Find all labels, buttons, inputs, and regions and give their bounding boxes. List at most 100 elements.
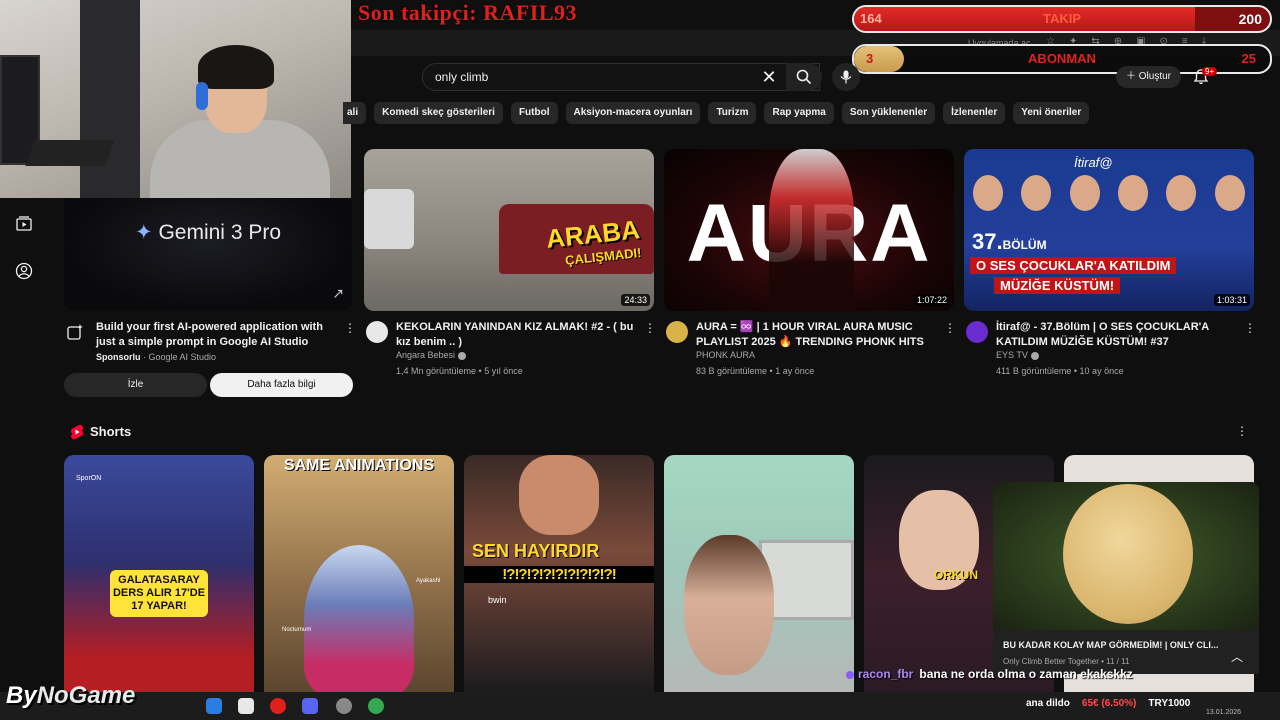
channel-logo-text: NoGame xyxy=(36,682,136,709)
chip-6[interactable]: Son yüklenenler xyxy=(841,102,936,124)
chip-1[interactable]: Komedi skeç gösterileri xyxy=(374,102,503,124)
mini-player-subtitle: Only Climb Better Together • 11 / 11 xyxy=(1003,657,1130,666)
ad-watch-button[interactable]: İzle xyxy=(64,373,207,397)
chat-message-text: bana ne orda olma o zaman ekakskkz xyxy=(919,667,1133,681)
clear-search-icon[interactable]: ✕ xyxy=(758,66,780,88)
gemini-star-icon: ✦ xyxy=(134,221,153,244)
short-tag: GALATASARAY DERS ALIR 17'DE 17 YAPAR! xyxy=(110,570,208,617)
ad-more-options-icon[interactable]: ⋮ xyxy=(344,321,356,335)
subscriber-goal-target: 25 xyxy=(1241,51,1256,66)
ticker-word: ana dildo xyxy=(1026,698,1070,709)
taskbar-date: 13.01.2026 xyxy=(1206,709,1242,716)
short-small-label: bwin xyxy=(488,595,507,605)
webcam-headset xyxy=(196,82,208,110)
video-views: 1,4 Mn görüntüleme xyxy=(396,366,477,376)
create-button[interactable]: ＋ Oluştur xyxy=(1116,66,1182,88)
video-more-options-icon[interactable]: ⋮ xyxy=(944,321,956,335)
short-4[interactable] xyxy=(664,455,854,695)
short-marks: !?!?!?!?!?!?!?!?!?! xyxy=(464,566,654,583)
video-title[interactable]: İtiraf@ - 37.Bölüm | O SES ÇOCUKLAR'A KA… xyxy=(996,320,1248,350)
short-text: SEN HAYIRDIR xyxy=(472,541,600,561)
search-button[interactable] xyxy=(786,63,822,91)
filter-chip-bar: ali Komedi skeç gösterileri Futbol Aksiy… xyxy=(343,102,1090,124)
video-more-options-icon[interactable]: ⋮ xyxy=(644,321,656,335)
ad-meta: Sponsorlu · Google AI Studio xyxy=(96,352,217,362)
follow-goal-label: TAKIP xyxy=(1042,11,1082,26)
video-channel[interactable]: EYS TV xyxy=(996,350,1039,360)
short-corner-label: SporON xyxy=(76,475,102,482)
chip-5[interactable]: Rap yapma xyxy=(764,102,834,124)
taskbar-app-discord-icon[interactable] xyxy=(302,698,318,714)
video-views: 411 B görüntüleme xyxy=(996,366,1072,376)
short-1[interactable]: SporON GALATASARAY DERS ALIR 17'DE 17 YA… xyxy=(64,455,254,695)
verified-icon xyxy=(1030,351,1039,360)
video-channel[interactable]: PHONK AURA xyxy=(696,350,755,360)
ad-advertiser: Google AI Studio xyxy=(148,352,217,362)
shorts-more-options-icon[interactable]: ⋮ xyxy=(1236,424,1248,438)
ad-title[interactable]: Build your first AI-powered application … xyxy=(96,320,336,350)
thumb-caption-2: MÜZİĞE KÜSTÜM! xyxy=(994,277,1121,294)
streamer-webcam xyxy=(0,0,351,198)
video-title[interactable]: KEKOLARIN YANINDAN KIZ ALMAK! #2 - ( bu … xyxy=(396,320,648,350)
webcam-wall xyxy=(80,0,140,198)
latest-follower-ticker: Son takipçi: RAFIL93 xyxy=(358,0,578,25)
mini-player-title[interactable]: BU KADAR KOLAY MAP GÖRMEDİM! | ONLY CLI.… xyxy=(1003,640,1223,650)
mini-player-video[interactable] xyxy=(993,482,1259,630)
channel-avatar[interactable] xyxy=(966,321,988,343)
sponsored-label: Sponsorlu xyxy=(96,352,141,362)
chip-2[interactable]: Futbol xyxy=(510,102,558,124)
video-age: 10 ay önce xyxy=(1079,366,1124,376)
video-title[interactable]: AURA = ♾️ | 1 HOUR VIRAL AURA MUSIC PLAY… xyxy=(696,320,948,350)
taskbar-app-opera-icon[interactable] xyxy=(270,698,286,714)
stream-chat-message: racon_fbr bana ne orda olma o zaman ekaks… xyxy=(846,667,1133,681)
thumb-logo: İtiraf@ xyxy=(1074,155,1113,170)
notification-count-badge: 9+ xyxy=(1202,67,1218,76)
video-more-options-icon[interactable]: ⋮ xyxy=(1244,321,1256,335)
channel-avatar[interactable] xyxy=(666,321,688,343)
thumb-caption-1: O SES ÇOCUKLAR'A KATILDIM xyxy=(970,257,1177,274)
short-figure xyxy=(304,545,414,695)
chip-8[interactable]: Yeni öneriler xyxy=(1013,102,1090,124)
thumb-car-white xyxy=(364,189,414,249)
short-small-label-2: Nocturnum xyxy=(282,627,312,633)
ad-learn-more-button[interactable]: Daha fazla bilgi xyxy=(210,373,353,397)
thumb-episode-number: 37. xyxy=(972,229,1003,254)
short-3[interactable]: SEN HAYIRDIR !?!?!?!?!?!?!?!?!?! bwin xyxy=(464,455,654,695)
profile-icon[interactable] xyxy=(15,262,33,280)
video-thumbnail-2[interactable]: AURA 1:07:22 xyxy=(664,149,954,311)
video-age: 5 yıl önce xyxy=(484,366,523,376)
taskbar-app-chrome-icon[interactable] xyxy=(206,698,222,714)
gemini-logo: ✦ Gemini 3 Pro xyxy=(64,220,352,245)
ad-brand: Gemini xyxy=(158,221,225,244)
chip-4[interactable]: Turizm xyxy=(708,102,757,124)
channel-logo-by: By xyxy=(6,682,37,709)
create-button-label: Oluştur xyxy=(1138,71,1172,82)
video-channel[interactable]: Angara Bebesi xyxy=(396,350,467,360)
external-link-icon[interactable]: ↗ xyxy=(332,285,344,302)
mini-player[interactable]: BU KADAR KOLAY MAP GÖRMEDİM! | ONLY CLI.… xyxy=(993,482,1259,674)
ad-sparkle-icon xyxy=(67,324,83,340)
chip-7[interactable]: İzlenenler xyxy=(943,102,1006,124)
video-thumbnail-1[interactable]: ARABA ÇALIŞMADI! 24:33 xyxy=(364,149,654,311)
chip-0[interactable]: ali xyxy=(343,102,367,124)
chat-user-badge-icon xyxy=(846,670,854,679)
chip-3[interactable]: Aksiyon-macera oyunları xyxy=(565,102,701,124)
verified-icon xyxy=(458,351,467,360)
shorts-section-title: Shorts xyxy=(90,424,132,439)
voice-search-button[interactable] xyxy=(832,63,860,91)
subscriptions-icon[interactable] xyxy=(15,214,33,232)
video-stats: 1,4 Mn görüntüleme • 5 yıl önce xyxy=(396,366,523,376)
ad-thumbnail[interactable]: ✦ Gemini 3 Pro ↗ xyxy=(64,198,352,310)
video-channel-name: Angara Bebesi xyxy=(396,350,456,360)
channel-avatar[interactable] xyxy=(366,321,388,343)
thumb-anime-figure xyxy=(769,149,854,311)
taskbar-app-store-icon[interactable] xyxy=(238,698,254,714)
thumb-episode: 37.BÖLÜM xyxy=(972,229,1047,255)
taskbar-app-browser-icon[interactable] xyxy=(368,698,384,714)
video-thumbnail-3[interactable]: İtiraf@ 37.BÖLÜM O SES ÇOCUKLAR'A KATILD… xyxy=(964,149,1254,311)
short-2[interactable]: SAME ANIMATIONS Ayakashi Nocturnum xyxy=(264,455,454,695)
mini-player-expand-icon[interactable]: ︿ xyxy=(1231,648,1243,665)
taskbar-app-steam-icon[interactable] xyxy=(336,698,352,714)
ad-brand-version: 3 Pro xyxy=(230,221,282,244)
video-duration: 1:03:31 xyxy=(1213,294,1250,306)
